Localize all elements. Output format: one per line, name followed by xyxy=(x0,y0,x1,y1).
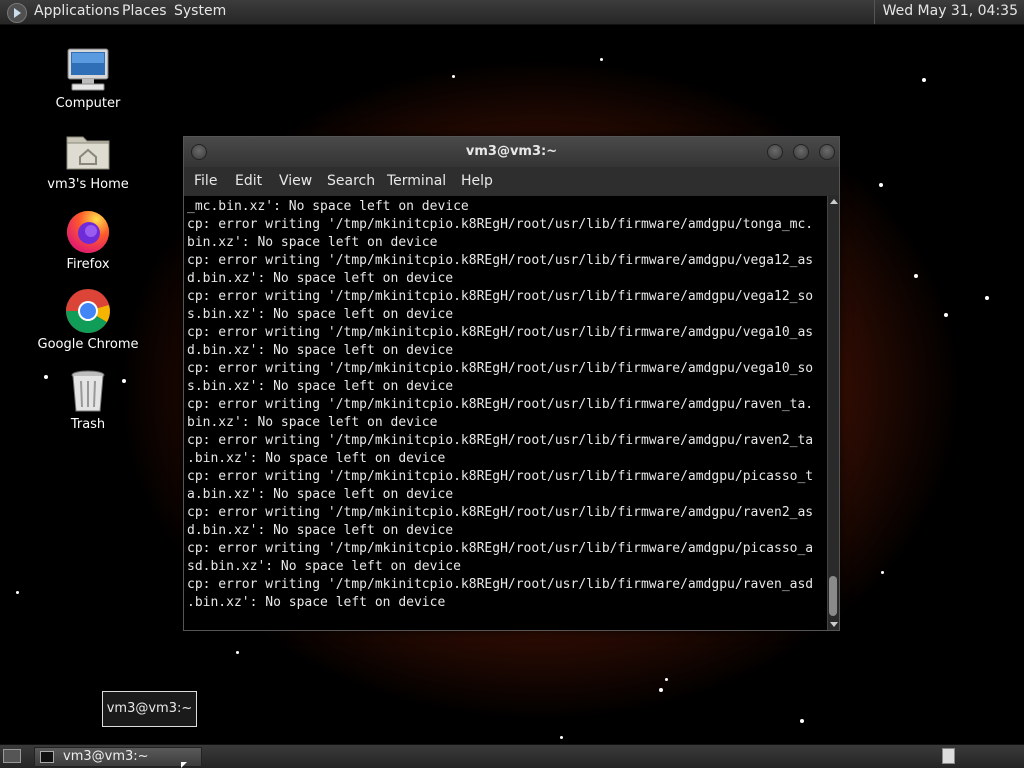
menu-help[interactable]: Help xyxy=(461,173,493,189)
menu-search[interactable]: Search xyxy=(327,173,375,189)
menu-terminal[interactable]: Terminal xyxy=(387,173,446,189)
terminal-window[interactable]: vm3@vm3:~ File Edit View Search Terminal… xyxy=(183,136,840,631)
star xyxy=(914,274,918,278)
menu-edit[interactable]: Edit xyxy=(235,173,262,189)
menu-file[interactable]: File xyxy=(194,173,217,189)
star xyxy=(881,571,884,574)
terminal-icon xyxy=(40,751,54,763)
desktop-icon-home[interactable]: vm3's Home xyxy=(33,127,143,192)
terminal-titlebar[interactable]: vm3@vm3:~ xyxy=(184,137,839,167)
workspace-switcher[interactable] xyxy=(942,748,955,764)
taskbar-tooltip: vm3@vm3:~ xyxy=(102,691,197,727)
terminal-text: _mc.bin.xz': No space left on device cp:… xyxy=(187,199,814,610)
star xyxy=(659,688,663,692)
distro-logo-icon[interactable] xyxy=(7,3,27,23)
star xyxy=(600,58,603,61)
mouse-cursor-icon xyxy=(181,762,187,768)
scroll-down-icon[interactable] xyxy=(830,622,838,627)
star xyxy=(665,678,668,681)
menu-view[interactable]: View xyxy=(279,173,312,189)
clock[interactable]: Wed May 31, 04:35 xyxy=(873,0,1024,24)
terminal-output[interactable]: _mc.bin.xz': No space left on device cp:… xyxy=(184,196,827,630)
star xyxy=(944,313,948,317)
star xyxy=(922,78,926,82)
menu-places[interactable]: Places xyxy=(122,3,167,19)
star xyxy=(236,651,239,654)
show-desktop-icon[interactable] xyxy=(3,749,21,763)
window-title: vm3@vm3:~ xyxy=(465,144,558,159)
desktop: Applications Places System Wed May 31, 0… xyxy=(0,0,1024,768)
desktop-icon-chrome[interactable]: Google Chrome xyxy=(33,287,143,352)
chrome-icon xyxy=(66,289,110,333)
computer-icon xyxy=(67,48,109,91)
desktop-icon-label: Computer xyxy=(55,96,121,111)
menu-applications[interactable]: Applications xyxy=(34,3,120,19)
close-icon[interactable] xyxy=(819,144,835,160)
taskbar-button-label: vm3@vm3:~ xyxy=(63,749,149,764)
top-panel: Applications Places System Wed May 31, 0… xyxy=(0,0,1024,25)
terminal-scrollbar[interactable] xyxy=(827,196,839,630)
trash-icon xyxy=(71,370,105,412)
desktop-icon-computer[interactable]: Computer xyxy=(33,46,143,111)
bottom-panel: vm3@vm3:~ xyxy=(0,744,1024,768)
star xyxy=(879,183,883,187)
scroll-up-icon[interactable] xyxy=(830,199,838,204)
window-menu-icon[interactable] xyxy=(191,144,207,160)
maximize-icon[interactable] xyxy=(793,144,809,160)
desktop-icon-label: Firefox xyxy=(66,257,110,272)
star xyxy=(560,736,563,739)
desktop-icon-label: Trash xyxy=(70,417,106,432)
scrollbar-thumb[interactable] xyxy=(829,576,837,616)
desktop-icon-trash[interactable]: Trash xyxy=(33,367,143,432)
minimize-icon[interactable] xyxy=(767,144,783,160)
desktop-icon-firefox[interactable]: Firefox xyxy=(33,207,143,272)
star xyxy=(16,591,19,594)
desktop-icon-label: vm3's Home xyxy=(47,177,129,192)
firefox-icon xyxy=(67,211,109,253)
desktop-icon-label: Google Chrome xyxy=(37,337,139,352)
home-folder-icon xyxy=(66,136,110,170)
taskbar-terminal-button[interactable]: vm3@vm3:~ xyxy=(34,747,202,767)
star xyxy=(800,719,804,723)
star xyxy=(985,296,989,300)
menu-system[interactable]: System xyxy=(174,3,226,19)
terminal-menubar: File Edit View Search Terminal Help xyxy=(184,167,839,195)
star xyxy=(452,75,455,78)
